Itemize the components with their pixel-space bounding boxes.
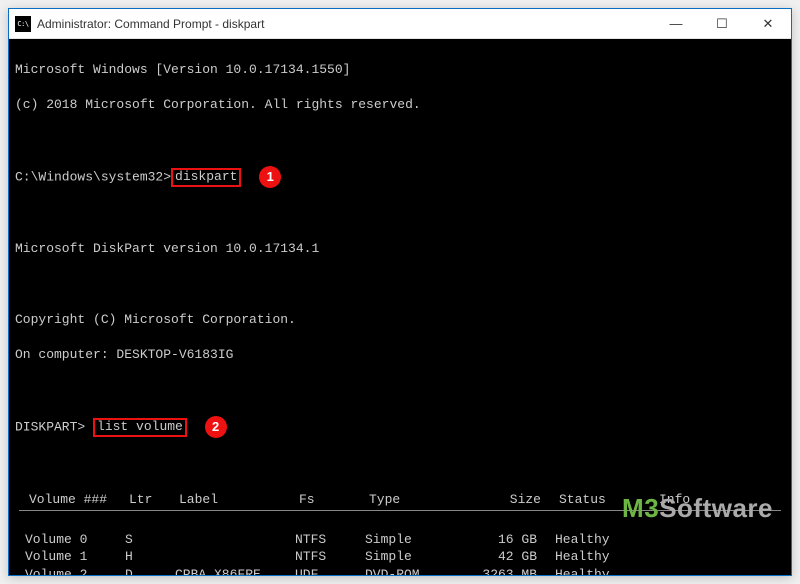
minimize-button[interactable]: —	[653, 9, 699, 38]
cmd1-highlight: diskpart	[171, 168, 241, 186]
table-row: Volume 2DCPBA_X86FREUDFDVD-ROM3263 MBHea…	[15, 566, 785, 575]
window-title: Administrator: Command Prompt - diskpart	[37, 17, 653, 31]
cmd-icon: C:\	[15, 16, 31, 32]
diskpart-computer: On computer: DESKTOP-V6183IG	[15, 346, 785, 364]
step-badge-1: 1	[259, 166, 281, 188]
command-line-1: C:\Windows\system32>diskpart 1	[15, 166, 785, 188]
terminal-output[interactable]: Microsoft Windows [Version 10.0.17134.15…	[9, 39, 791, 575]
watermark-logo: M3Software	[576, 456, 773, 561]
command-line-2: DISKPART> list volume 2	[15, 416, 785, 438]
step-badge-2: 2	[205, 416, 227, 438]
header-version: Microsoft Windows [Version 10.0.17134.15…	[15, 61, 785, 79]
titlebar[interactable]: C:\ Administrator: Command Prompt - disk…	[9, 9, 791, 39]
cmd2-highlight: list volume	[93, 418, 187, 436]
maximize-button[interactable]: ☐	[699, 9, 745, 38]
diskpart-copyright: Copyright (C) Microsoft Corporation.	[15, 311, 785, 329]
cmd-window: C:\ Administrator: Command Prompt - disk…	[8, 8, 792, 576]
diskpart-version: Microsoft DiskPart version 10.0.17134.1	[15, 240, 785, 258]
header-copyright: (c) 2018 Microsoft Corporation. All righ…	[15, 96, 785, 114]
close-button[interactable]: ✕	[745, 9, 791, 38]
